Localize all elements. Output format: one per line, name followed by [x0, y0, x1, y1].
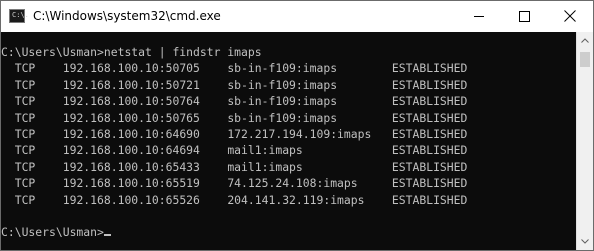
maximize-icon [519, 11, 530, 22]
chevron-down-icon [581, 239, 589, 244]
connection-foreign: sb-in-f109:imaps [227, 61, 392, 76]
connection-state: ESTABLISHED [391, 110, 468, 125]
connection-proto: TCP [1, 143, 63, 158]
connection-proto: TCP [1, 61, 63, 76]
connection-local: 192.168.100.10:65519 [62, 176, 228, 191]
minimize-button[interactable] [456, 1, 502, 32]
connection-row: TCP 192.168.100.10:50765 sb-in-f109:imap… [1, 110, 468, 125]
window-title: C:\Windows\system32\cmd.exe [33, 9, 221, 23]
connection-proto: TCP [1, 77, 63, 92]
connection-local: 192.168.100.10:64690 [62, 127, 228, 142]
connection-row: TCP 192.168.100.10:65433 mail1:imaps EST… [1, 159, 468, 174]
connection-state: ESTABLISHED [391, 94, 468, 109]
connection-local: 192.168.100.10:50764 [62, 94, 228, 109]
connection-proto: TCP [1, 127, 63, 142]
connection-row: TCP 192.168.100.10:65519 74.125.24.108:i… [1, 176, 468, 191]
connection-row: TCP 192.168.100.10:50764 sb-in-f109:imap… [1, 94, 468, 109]
connection-local: 192.168.100.10:50705 [62, 61, 228, 76]
connection-state: ESTABLISHED [391, 159, 468, 174]
text-cursor [103, 234, 111, 237]
connection-state: ESTABLISHED [391, 176, 468, 191]
title-bar[interactable]: C:\. C:\Windows\system32\cmd.exe [1, 1, 593, 32]
maximize-button[interactable] [501, 1, 547, 32]
connection-foreign: 74.125.24.108:imaps [227, 176, 392, 191]
scroll-up-button[interactable] [577, 32, 593, 49]
connection-row: TCP 192.168.100.10:65526 204.141.32.119:… [1, 192, 468, 207]
connection-state: ESTABLISHED [391, 77, 468, 92]
connection-state: ESTABLISHED [391, 61, 468, 76]
connection-proto: TCP [1, 110, 63, 125]
connection-local: 192.168.100.10:64694 [62, 143, 228, 158]
minimize-icon [474, 16, 484, 17]
connection-proto: TCP [1, 192, 63, 207]
vertical-scrollbar[interactable] [576, 32, 593, 250]
connection-foreign: mail1:imaps [227, 143, 392, 158]
connection-rows: TCP 192.168.100.10:50705 sb-in-f109:imap… [1, 61, 468, 207]
scroll-down-button[interactable] [577, 233, 593, 250]
connection-row: TCP 192.168.100.10:50705 sb-in-f109:imap… [1, 61, 468, 76]
connection-foreign: sb-in-f109:imaps [227, 94, 392, 109]
console-output[interactable]: C:\Users\Usman>netstat | findstr imaps T… [1, 32, 576, 250]
connection-state: ESTABLISHED [391, 127, 468, 142]
connection-state: ESTABLISHED [391, 143, 468, 158]
connection-foreign: mail1:imaps [227, 159, 392, 174]
prompt-line: C:\Users\Usman> [1, 225, 104, 240]
command-line: C:\Users\Usman>netstat | findstr imaps [1, 45, 262, 59]
cmd-window: C:\. C:\Windows\system32\cmd.exe C:\User… [0, 0, 594, 251]
connection-proto: TCP [1, 94, 63, 109]
close-button[interactable] [547, 1, 593, 32]
connection-row: TCP 192.168.100.10:64690 172.217.194.109… [1, 127, 468, 142]
connection-local: 192.168.100.10:50765 [62, 110, 228, 125]
connection-row: TCP 192.168.100.10:50721 sb-in-f109:imap… [1, 77, 468, 92]
connection-row: TCP 192.168.100.10:64694 mail1:imaps EST… [1, 143, 468, 158]
connection-proto: TCP [1, 159, 63, 174]
connection-local: 192.168.100.10:50721 [62, 77, 228, 92]
connection-foreign: 204.141.32.119:imaps [227, 192, 392, 207]
connection-foreign: sb-in-f109:imaps [227, 110, 392, 125]
connection-local: 192.168.100.10:65526 [62, 192, 228, 207]
scrollbar-thumb[interactable] [580, 52, 590, 67]
chevron-up-icon [581, 38, 589, 43]
connection-local: 192.168.100.10:65433 [62, 159, 228, 174]
connection-foreign: sb-in-f109:imaps [227, 77, 392, 92]
connection-state: ESTABLISHED [391, 192, 468, 207]
console-lines: C:\Users\Usman>netstat | findstr imaps T… [1, 44, 467, 241]
close-icon [564, 10, 576, 22]
cmd-icon[interactable]: C:\. [9, 9, 29, 23]
connection-foreign: 172.217.194.109:imaps [227, 127, 392, 142]
connection-proto: TCP [1, 176, 63, 191]
cmd-icon-text: C:\. [12, 11, 29, 19]
